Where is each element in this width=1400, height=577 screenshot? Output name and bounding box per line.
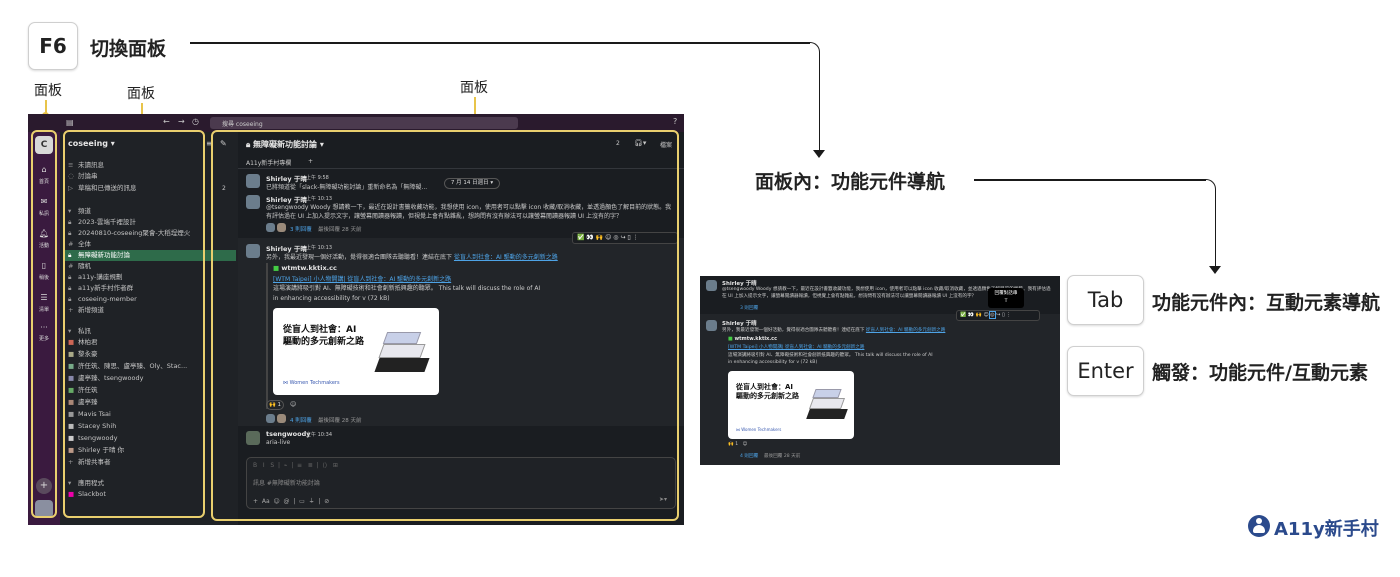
sidebar-toggle-icon[interactable]: ▤ (66, 118, 74, 127)
panel-label-rail: 面板 (34, 83, 62, 99)
search-placeholder: 搜尋 coseeing (222, 121, 263, 128)
help-icon[interactable]: ? (673, 117, 677, 126)
tooltip: 回覆對話串 T (988, 288, 1024, 308)
forward-icon[interactable]: → (178, 117, 185, 126)
message-actions-toolbar[interactable]: ✅ 👀 🙌 ☺ ◎ ↪ ▯ ⋮ (956, 310, 1040, 321)
message-text: 另外，我最近發現一個好活動，覺得很適合團隊去聽聽看！連結在底下 從盲人到社會：A… (722, 328, 946, 333)
tab-key: Tab (1067, 275, 1144, 325)
arrow-switch-vertical (818, 52, 820, 152)
slack-window: ▤ ← → ◷ 搜尋 coseeing ? C ⌂ 首頁 ✉ 私訊 🔔︎ 活動 … (28, 114, 684, 525)
thread-replies-link[interactable]: 4 則回覆 (740, 453, 758, 459)
card-title: 從盲人到社會：AI 驅動的多元創新之路 (736, 383, 799, 400)
enter-key: Enter (1067, 346, 1144, 396)
switch-panel-label: 切換面板 (90, 38, 167, 60)
highlight-sidebar (63, 130, 205, 518)
thread-replies-link[interactable]: 3 則回覆 (740, 305, 758, 311)
message-author: Shirley 于晴 (722, 321, 757, 327)
panel-nav-label: 面板內：功能元件導航 (755, 171, 946, 193)
component-nav-label: 功能元件內：互動元素導航 (1152, 292, 1381, 314)
unfurl-image[interactable]: 從盲人到社會：AI 驅動的多元創新之路 ⋈ Women Techmakers (728, 371, 854, 439)
arrow-panel-vertical (1214, 189, 1216, 267)
panel-label-sidebar: 面板 (127, 86, 155, 102)
thread-last-reply: 最後回覆 28 天前 (764, 454, 801, 459)
history-icon[interactable]: ◷ (192, 117, 199, 126)
unfurl-description: 這場演講將吸引對 AI、無障礙技術和社會創新抵興趣的聽眾。 This talk … (728, 353, 933, 365)
f6-key: F6 (28, 22, 78, 70)
avatar (706, 320, 717, 331)
arrow-switch-head (813, 150, 825, 158)
reaction-pill[interactable]: 🙌 1 ☺ (728, 442, 747, 447)
search-input[interactable]: 搜尋 coseeing (210, 117, 518, 129)
trigger-label: 觸發：功能元件/互動元素 (1152, 362, 1368, 384)
arrow-panel-head (1209, 266, 1221, 274)
arrow-switch-horizontal (190, 42, 810, 44)
brand-logo-icon (1248, 515, 1270, 537)
unfurl-site: ■ wtmtw.kktix.cc (728, 336, 778, 342)
arrow-panel-horizontal (974, 179, 1206, 181)
avatar (706, 280, 717, 291)
unfurl-title[interactable]: [WTM Taipei] 小人物開講| 從盲人到社會：AI 驅動的多元創新之路 (728, 344, 864, 350)
back-icon[interactable]: ← (163, 117, 170, 126)
highlight-rail (31, 130, 57, 518)
highlight-main (211, 130, 679, 521)
book-stack-illustration (806, 389, 848, 419)
brand-name: A11y新手村 (1274, 519, 1379, 540)
zoomed-message-screenshot: Shirley 于晴 @tsengwoody Woody 想請教一下，最近在設計… (700, 276, 1060, 465)
panel-label-main: 面板 (460, 80, 488, 96)
card-org: ⋈ Women Techmakers (736, 427, 782, 432)
